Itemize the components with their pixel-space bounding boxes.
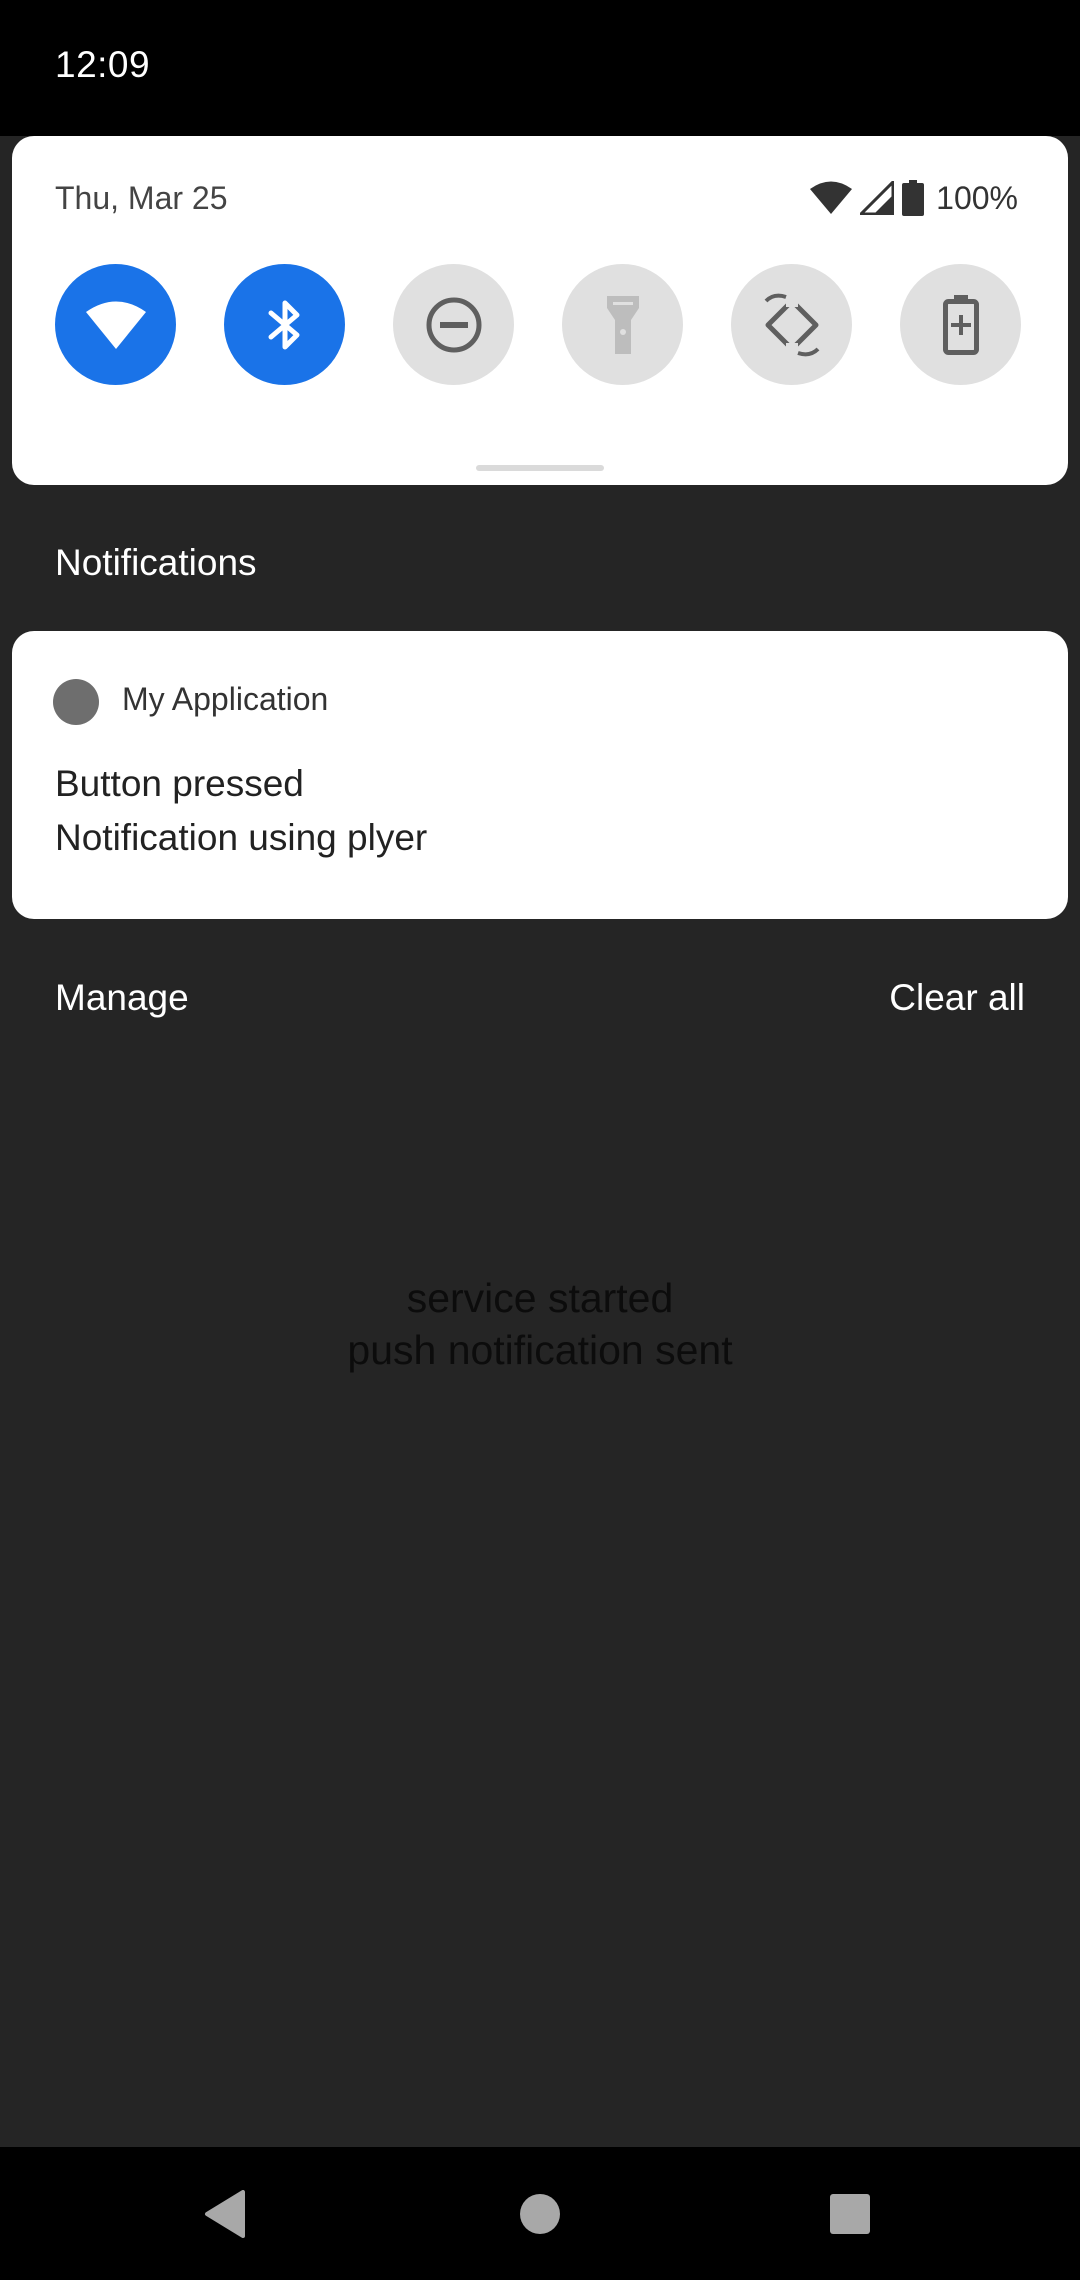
tile-wifi[interactable] — [55, 264, 176, 385]
battery-saver-icon — [942, 294, 979, 355]
notification-app-name: My Application — [122, 681, 329, 717]
tile-flashlight[interactable] — [562, 264, 683, 385]
back-icon — [203, 2190, 247, 2238]
tile-auto-rotate[interactable] — [731, 264, 852, 385]
notification-text: Notification using plyer — [55, 817, 428, 858]
cell-signal-icon — [860, 181, 895, 215]
do-not-disturb-icon — [425, 296, 483, 354]
tile-battery-saver[interactable] — [900, 264, 1021, 385]
app-background-text: service started push notification sent — [0, 1272, 1080, 1376]
wifi-icon — [84, 299, 148, 351]
recents-icon — [829, 2193, 871, 2235]
back-button[interactable] — [180, 2169, 270, 2259]
flashlight-icon — [605, 294, 641, 356]
notifications-header: Notifications — [55, 542, 257, 583]
app-text-line-2: push notification sent — [347, 1327, 733, 1373]
home-icon — [518, 2192, 562, 2236]
clear-all-button[interactable]: Clear all — [889, 977, 1025, 1019]
home-button[interactable] — [495, 2169, 585, 2259]
status-time: 12:09 — [55, 44, 151, 85]
manage-button[interactable]: Manage — [55, 977, 189, 1019]
app-icon — [53, 679, 99, 725]
tile-do-not-disturb[interactable] — [393, 264, 514, 385]
qs-date[interactable]: Thu, Mar 25 — [55, 180, 228, 217]
tile-bluetooth[interactable] — [224, 264, 345, 385]
qs-tiles — [55, 264, 1021, 385]
battery-percent: 100% — [936, 179, 1018, 216]
bluetooth-icon — [265, 297, 305, 353]
recents-button[interactable] — [805, 2169, 895, 2259]
qs-drag-handle[interactable] — [476, 465, 604, 471]
wifi-signal-icon — [810, 181, 853, 215]
quick-settings-panel[interactable]: Thu, Mar 25 100% — [12, 136, 1068, 485]
notification-card[interactable]: My Application Button pressed Notificati… — [12, 631, 1068, 919]
status-bar: 12:09 — [0, 0, 1080, 136]
notification-title: Button pressed — [55, 763, 304, 804]
navigation-bar — [0, 2147, 1080, 2280]
qs-status-icons: 100% — [810, 178, 1018, 218]
battery-icon — [902, 180, 925, 216]
auto-rotate-icon — [760, 292, 824, 357]
app-text-line-1: service started — [406, 1275, 674, 1321]
